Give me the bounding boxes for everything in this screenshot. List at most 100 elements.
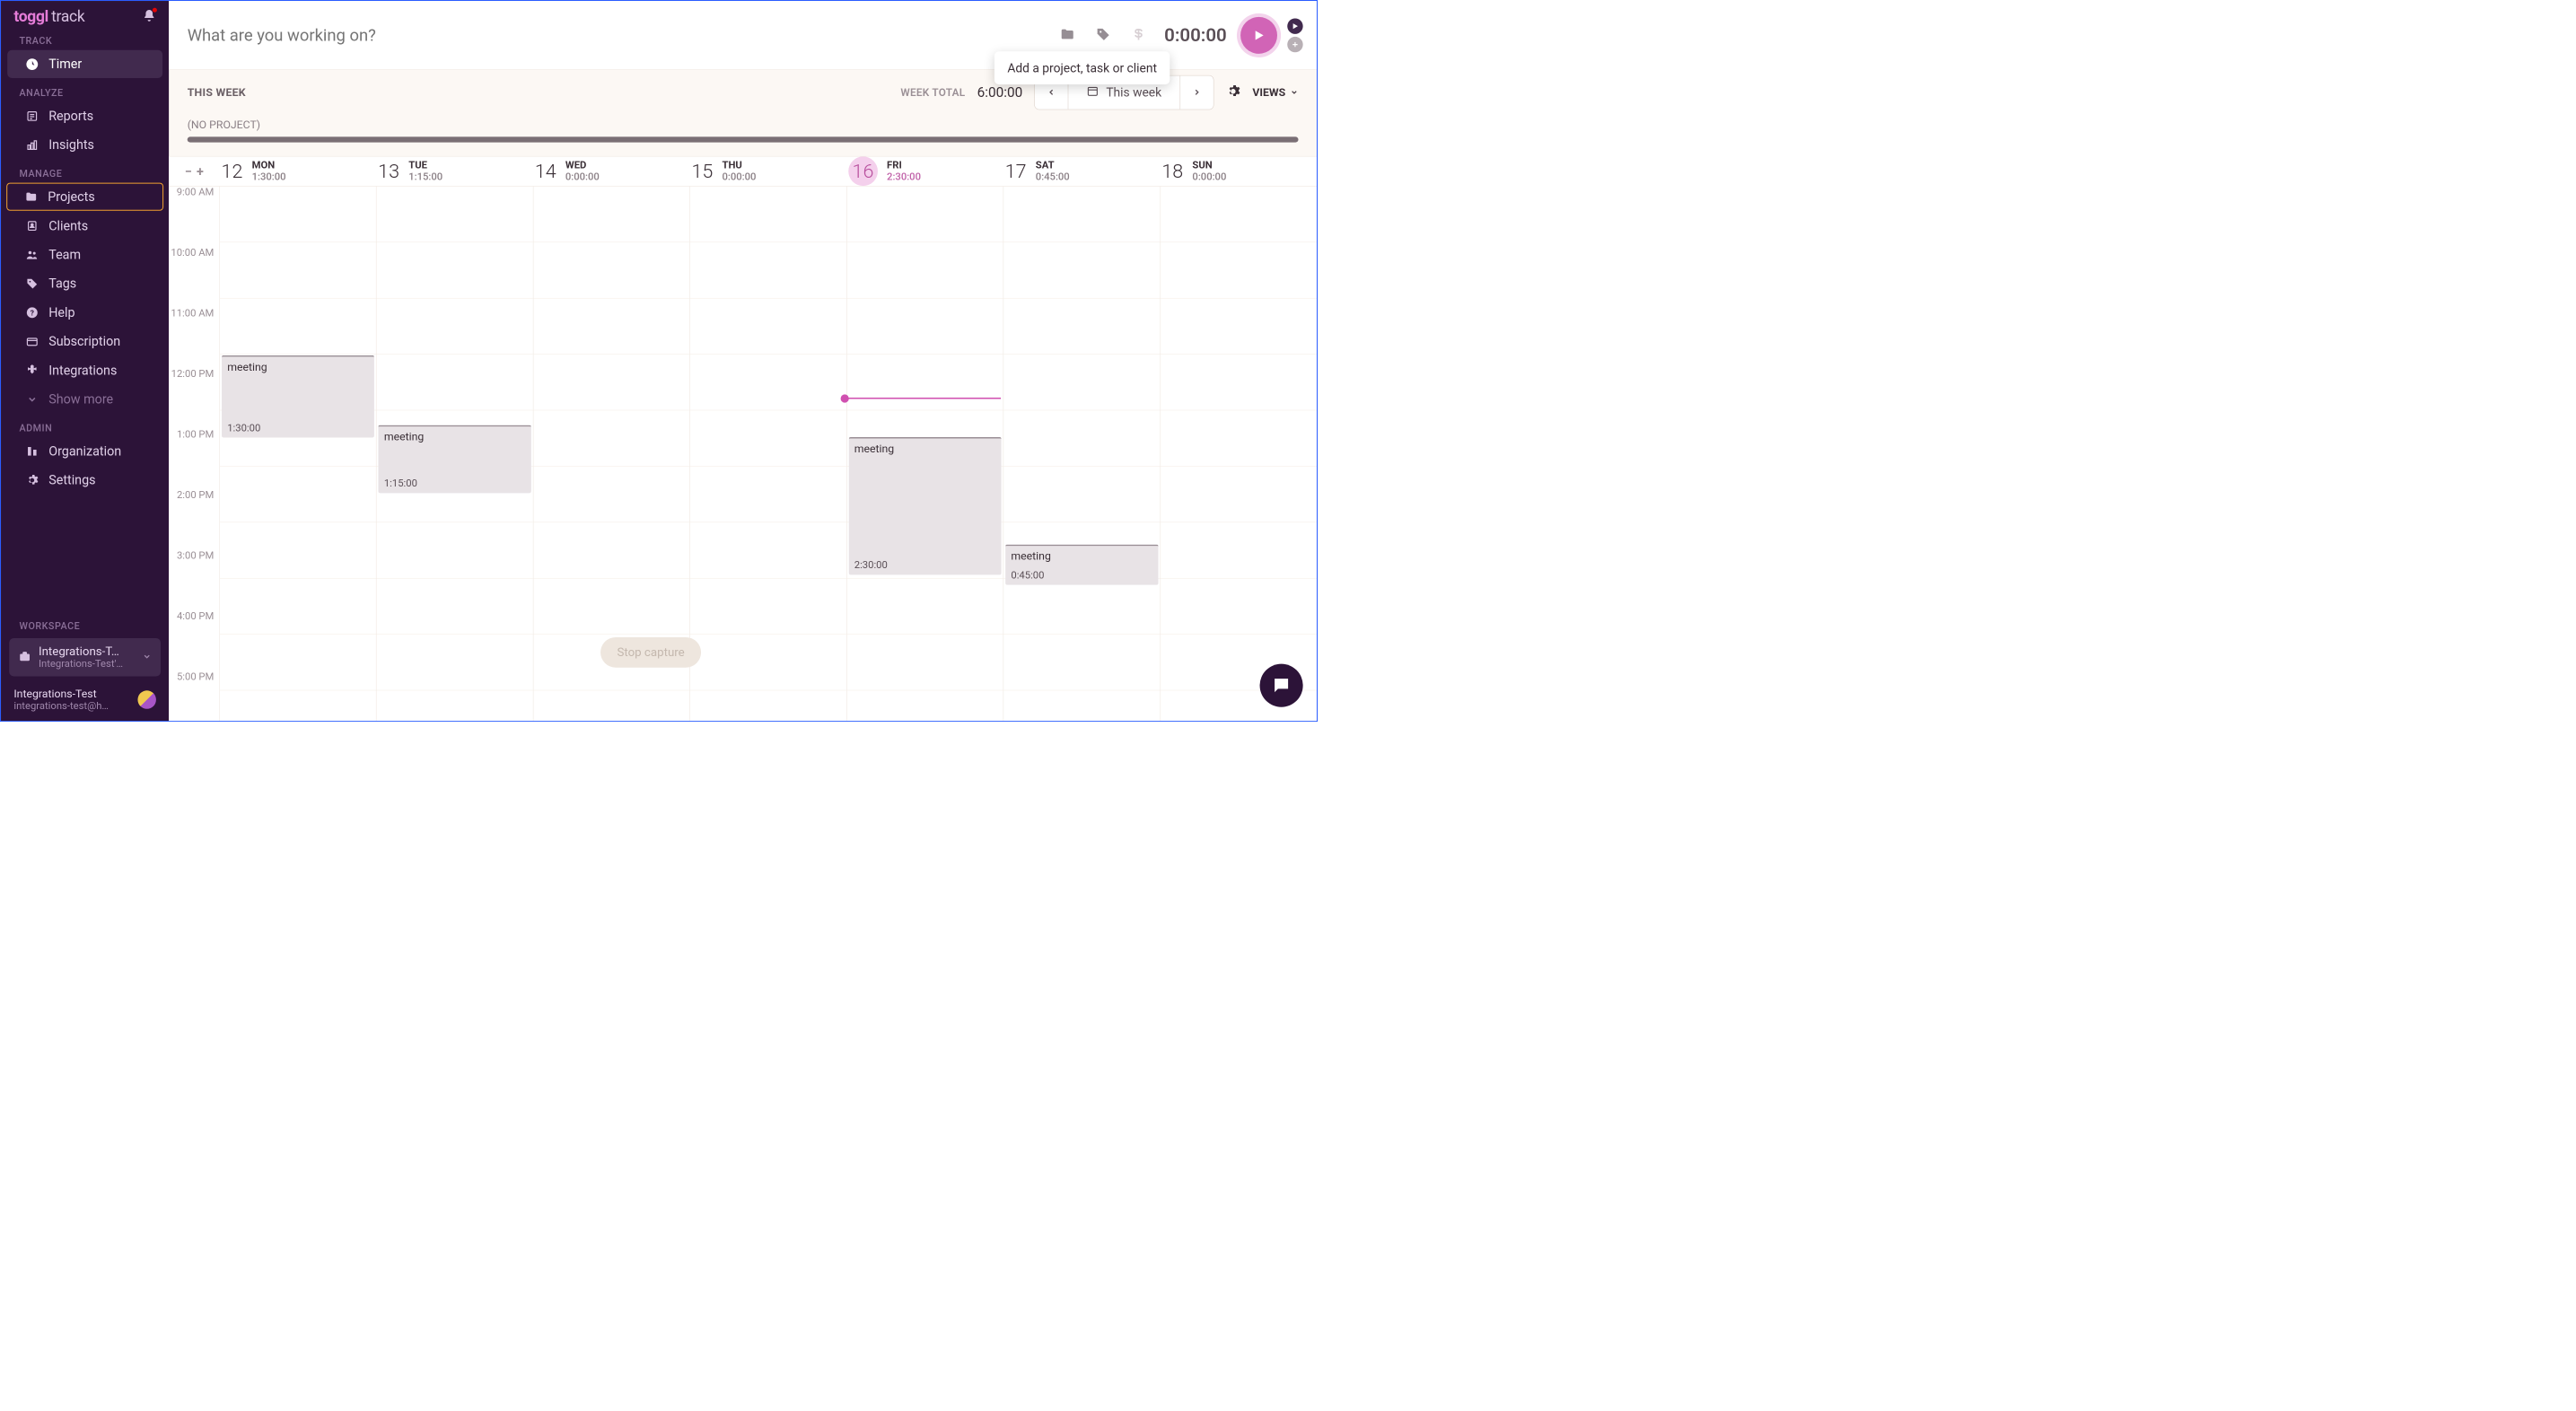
logo[interactable]: toggltrack bbox=[13, 7, 84, 25]
day-name: SAT bbox=[1036, 160, 1070, 171]
hour-label: 12:00 PM bbox=[171, 368, 215, 424]
project-bar[interactable] bbox=[188, 136, 1299, 142]
next-period-button[interactable] bbox=[1180, 75, 1214, 109]
day-name: WED bbox=[565, 160, 600, 171]
sidebar-item-projects[interactable]: Projects bbox=[6, 183, 163, 211]
event-name: meeting bbox=[854, 443, 996, 455]
zoom-out-button[interactable]: − bbox=[185, 163, 192, 179]
sidebar-section-admin: ADMIN bbox=[1, 423, 169, 436]
sidebar-item-label: Timer bbox=[48, 57, 82, 72]
day-name: FRI bbox=[887, 160, 921, 171]
timer-description-input[interactable] bbox=[188, 25, 1050, 44]
sidebar-item-team[interactable]: Team bbox=[7, 241, 162, 268]
day-name: SUN bbox=[1192, 160, 1226, 171]
timer-duration[interactable]: 0:00:00 bbox=[1164, 24, 1227, 46]
calendar-event[interactable]: meeting1:30:00 bbox=[222, 355, 374, 438]
workspace-name: Integrations-T… bbox=[39, 644, 135, 658]
svg-text:?: ? bbox=[31, 309, 34, 318]
day-duration: 2:30:00 bbox=[887, 171, 921, 183]
day-header[interactable]: 14WED0:00:00 bbox=[533, 156, 690, 186]
sidebar-show-more[interactable]: Show more bbox=[7, 385, 162, 413]
sidebar-item-organization[interactable]: Organization bbox=[7, 437, 162, 465]
day-number: 17 bbox=[1005, 160, 1027, 182]
sidebar-item-label: Help bbox=[48, 305, 74, 320]
event-duration: 2:30:00 bbox=[854, 560, 996, 572]
project-picker-icon[interactable] bbox=[1049, 26, 1085, 43]
sidebar-item-label: Team bbox=[48, 247, 81, 262]
zoom-in-button[interactable]: + bbox=[197, 163, 204, 179]
sidebar-section-analyze: ANALYZE bbox=[1, 88, 169, 101]
day-column[interactable]: meeting1:30:00 bbox=[219, 187, 376, 721]
event-name: meeting bbox=[1011, 549, 1152, 562]
calendar-body: 9:00 AM10:00 AM11:00 AM12:00 PM1:00 PM2:… bbox=[169, 187, 1317, 721]
day-header[interactable]: 13TUE1:15:00 bbox=[376, 156, 533, 186]
chevron-down-icon bbox=[1290, 88, 1298, 96]
event-duration: 1:15:00 bbox=[384, 478, 526, 489]
day-column[interactable] bbox=[1160, 187, 1317, 721]
day-header[interactable]: 12MON1:30:00 bbox=[219, 156, 376, 186]
views-button[interactable]: VIEWS bbox=[1252, 86, 1298, 99]
sidebar-item-label: Subscription bbox=[48, 334, 120, 349]
sidebar-item-settings[interactable]: Settings bbox=[7, 466, 162, 494]
sidebar-section-track: TRACK bbox=[1, 36, 169, 49]
stop-capture-button[interactable]: Stop capture bbox=[600, 637, 701, 668]
tag-picker-icon[interactable] bbox=[1085, 26, 1121, 43]
sidebar-item-label: Reports bbox=[48, 109, 93, 124]
day-duration: 0:45:00 bbox=[1036, 171, 1070, 183]
chevron-down-icon bbox=[143, 652, 152, 662]
manual-mode-button[interactable] bbox=[1287, 37, 1302, 52]
hour-label: 5:00 PM bbox=[177, 671, 214, 721]
sidebar-item-insights[interactable]: Insights bbox=[7, 131, 162, 159]
sidebar-item-integrations[interactable]: Integrations bbox=[7, 356, 162, 384]
avatar bbox=[137, 690, 155, 708]
day-header[interactable]: 18SUN0:00:00 bbox=[1160, 156, 1317, 186]
day-number: 12 bbox=[222, 160, 243, 182]
workspace-switcher[interactable]: Integrations-T… Integrations-Test'… bbox=[9, 638, 161, 676]
calendar-icon bbox=[1087, 84, 1099, 100]
sidebar-section-manage: MANAGE bbox=[1, 169, 169, 182]
start-timer-button[interactable] bbox=[1240, 17, 1277, 54]
calendar-header: − + 12MON1:30:0013TUE1:15:0014 WED 0:00:00… bbox=[169, 156, 1317, 186]
day-column[interactable] bbox=[689, 187, 846, 721]
project-summary-row: (NO PROJECT) bbox=[169, 115, 1317, 156]
day-duration: 1:30:00 bbox=[252, 171, 286, 183]
sidebar-item-label: Tags bbox=[48, 276, 76, 291]
sidebar-item-timer[interactable]: Timer bbox=[7, 50, 162, 78]
day-number: 16 bbox=[848, 156, 878, 186]
sidebar: toggltrack TRACK Timer ANALYZE Reports I… bbox=[1, 1, 169, 721]
calendar-event[interactable]: meeting1:15:00 bbox=[379, 425, 531, 494]
sidebar-item-label: Show more bbox=[48, 391, 113, 407]
help-icon: ? bbox=[25, 305, 39, 320]
user-name: Integrations-Test bbox=[13, 688, 131, 700]
hour-label: 4:00 PM bbox=[177, 610, 214, 666]
clock-icon bbox=[25, 57, 39, 71]
hour-label: 10:00 AM bbox=[171, 247, 214, 302]
notifications-icon[interactable] bbox=[143, 9, 156, 24]
calendar-event[interactable]: meeting 2:30:00 bbox=[849, 437, 1002, 574]
settings-button[interactable] bbox=[1226, 84, 1240, 101]
intercom-launcher[interactable] bbox=[1260, 664, 1303, 707]
sidebar-item-tags[interactable]: Tags bbox=[7, 269, 162, 297]
day-column[interactable]: meeting1:15:00 bbox=[376, 187, 533, 721]
billable-icon[interactable] bbox=[1121, 27, 1156, 43]
day-number: 15 bbox=[691, 160, 713, 182]
sidebar-item-help[interactable]: ? Help bbox=[7, 298, 162, 326]
day-header[interactable]: 16 FRI2:30:00 bbox=[846, 156, 1003, 186]
user-menu[interactable]: Integrations-Test integrations-test@h… bbox=[1, 680, 169, 722]
subscription-icon bbox=[25, 334, 39, 348]
day-duration: 0:00:00 bbox=[1192, 171, 1226, 183]
timer-mode-button[interactable] bbox=[1287, 18, 1302, 33]
sidebar-item-clients[interactable]: Clients bbox=[7, 212, 162, 240]
day-column[interactable]: meeting0:45:00 bbox=[1003, 187, 1161, 721]
calendar-event[interactable]: meeting0:45:00 bbox=[1005, 545, 1158, 585]
day-header[interactable]: 15THU0:00:00 bbox=[689, 156, 846, 186]
current-time-dot bbox=[841, 394, 849, 402]
tag-icon bbox=[25, 276, 39, 291]
sidebar-item-reports[interactable]: Reports bbox=[7, 102, 162, 130]
project-tooltip: Add a project, task or client bbox=[994, 51, 1170, 84]
sidebar-item-subscription[interactable]: Subscription bbox=[7, 328, 162, 355]
day-header[interactable]: 17 SAT0:45:00 bbox=[1003, 156, 1161, 186]
day-number: 14 bbox=[535, 160, 556, 182]
day-column[interactable]: meeting 2:30:00 bbox=[846, 187, 1003, 721]
user-email: integrations-test@h… bbox=[13, 700, 131, 712]
